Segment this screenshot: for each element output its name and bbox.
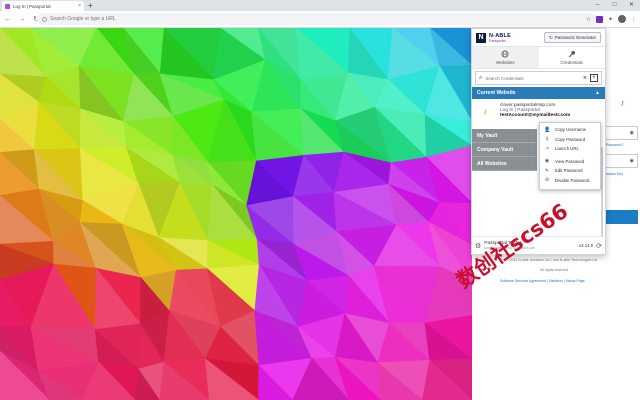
- address-bar[interactable]: [37, 13, 597, 25]
- maximize-button[interactable]: □: [606, 0, 623, 11]
- search-icon: [42, 16, 47, 22]
- profile-avatar[interactable]: [618, 15, 626, 23]
- credential-username: testAccount@mymailtestr.com: [500, 113, 571, 118]
- clear-search-icon[interactable]: ×: [583, 75, 587, 82]
- address-input[interactable]: [50, 16, 592, 22]
- tab-strip: Log In | Passportal × + – □ ✕: [0, 0, 640, 11]
- tab-websites-label: Websites: [496, 60, 515, 65]
- sync-icon[interactable]: ⟳: [596, 242, 602, 250]
- tab-credentials[interactable]: Credentials: [539, 47, 606, 68]
- polygon-art: [0, 28, 472, 400]
- menu-disable-password[interactable]: ⊘ Disable Password: [540, 176, 600, 186]
- key-field-partial[interactable]: ◉: [602, 154, 638, 168]
- brand-sub: Passportal: [489, 38, 506, 43]
- bookmark-star-icon[interactable]: ☆: [586, 16, 591, 23]
- footer-links[interactable]: Software Services Agreement | Sandbox | …: [500, 279, 585, 283]
- low-poly-background: [0, 28, 472, 400]
- copyright-text: © 2021 N-able Solutions ULC and N-able T…: [506, 258, 599, 262]
- menu-edit-password[interactable]: ✎ Edit Password: [540, 166, 600, 176]
- credential-context-menu: 👤 Copy Username ⚷ Copy Password ↗ Launch…: [539, 122, 601, 190]
- section-my-vault[interactable]: My Vault: [472, 129, 537, 143]
- current-website-header[interactable]: Current Website ▲: [472, 87, 605, 99]
- back-icon[interactable]: ←: [4, 16, 12, 23]
- location-key-link[interactable]: ication Key: [606, 172, 623, 176]
- globe-icon: [501, 50, 509, 58]
- section-all-websites[interactable]: All Websites: [472, 157, 537, 171]
- password-generator-label: Password Generator: [554, 35, 596, 40]
- login-button-partial[interactable]: [602, 210, 638, 224]
- tab-title: Log In | Passportal: [13, 3, 51, 9]
- menu-launch-url[interactable]: ↗ Launch URL: [540, 144, 600, 154]
- user-icon: 👤: [544, 126, 551, 133]
- refresh-icon: ↻: [548, 34, 553, 40]
- key-icon: ⚷: [545, 136, 549, 143]
- browser-tab[interactable]: Log In | Passportal ×: [2, 1, 84, 11]
- tab-close-icon[interactable]: ×: [78, 3, 81, 9]
- menu-disable-password-label: Disable Password: [555, 177, 590, 183]
- eye-icon: ◉: [544, 158, 550, 165]
- menu-launch-url-label: Launch URL: [555, 146, 579, 152]
- menu-edit-password-label: Edit Password: [555, 168, 583, 174]
- block-icon: ⊘: [544, 177, 550, 184]
- passportal-favicon-icon: [5, 3, 10, 9]
- key-icon: ⚷: [483, 110, 488, 116]
- extensions-puzzle-icon[interactable]: ✦: [608, 16, 613, 23]
- forward-icon[interactable]: →: [18, 16, 26, 23]
- rights-text: All rights reserved.: [540, 268, 569, 272]
- popup-scrollbar[interactable]: [601, 147, 603, 237]
- password-field-partial[interactable]: ◉: [602, 126, 638, 140]
- add-credential-icon[interactable]: +: [590, 74, 598, 82]
- close-window-button[interactable]: ✕: [623, 0, 640, 11]
- menu-copy-password-label: Copy Password: [555, 136, 586, 142]
- window-controls: – □ ✕: [589, 0, 640, 11]
- forgot-password-link[interactable]: Password?: [606, 143, 623, 147]
- search-icon: ⌕: [479, 74, 483, 81]
- chevron-up-icon: ▲: [595, 90, 600, 96]
- key-icon: [568, 50, 575, 58]
- eye-icon-2[interactable]: ◉: [630, 158, 634, 164]
- menu-copy-password[interactable]: ⚷ Copy Password: [540, 135, 600, 145]
- tab-websites[interactable]: Websites: [472, 47, 539, 68]
- minimize-button[interactable]: –: [589, 0, 606, 11]
- menu-view-password[interactable]: ◉ View Password: [540, 157, 600, 167]
- extension-icons: ☆ ✦ ⋮: [586, 13, 637, 25]
- passportal-extension-icon[interactable]: [595, 15, 603, 23]
- n-able-logo: N N-ABLE Passportal: [476, 32, 511, 43]
- version-label: v3.14.0: [579, 243, 594, 248]
- n-able-logo-icon: N: [476, 32, 486, 43]
- external-link-icon: ↗: [544, 145, 550, 152]
- key-icon: ⚷: [620, 101, 625, 107]
- pencil-icon: ✎: [544, 167, 550, 174]
- popup-tabs: Websites Credentials: [472, 47, 605, 69]
- current-website-label: Current Website: [477, 90, 516, 96]
- password-generator-button[interactable]: ↻ Password Generator: [543, 32, 601, 43]
- menu-view-password-label: View Password: [555, 158, 585, 164]
- menu-copy-username[interactable]: 👤 Copy Username: [540, 125, 600, 135]
- eye-icon[interactable]: ◉: [630, 130, 634, 136]
- new-tab-button[interactable]: +: [88, 1, 93, 10]
- popup-header: N N-ABLE Passportal ↻ Password Generator: [472, 29, 605, 47]
- browser-menu-icon[interactable]: ⋮: [631, 16, 637, 23]
- credential-search-input[interactable]: [485, 75, 580, 81]
- menu-copy-username-label: Copy Username: [555, 127, 587, 133]
- tab-credentials-label: Credentials: [560, 60, 584, 65]
- section-company-vault[interactable]: Company Vault: [472, 143, 537, 157]
- credential-search: ⌕ × +: [475, 71, 602, 85]
